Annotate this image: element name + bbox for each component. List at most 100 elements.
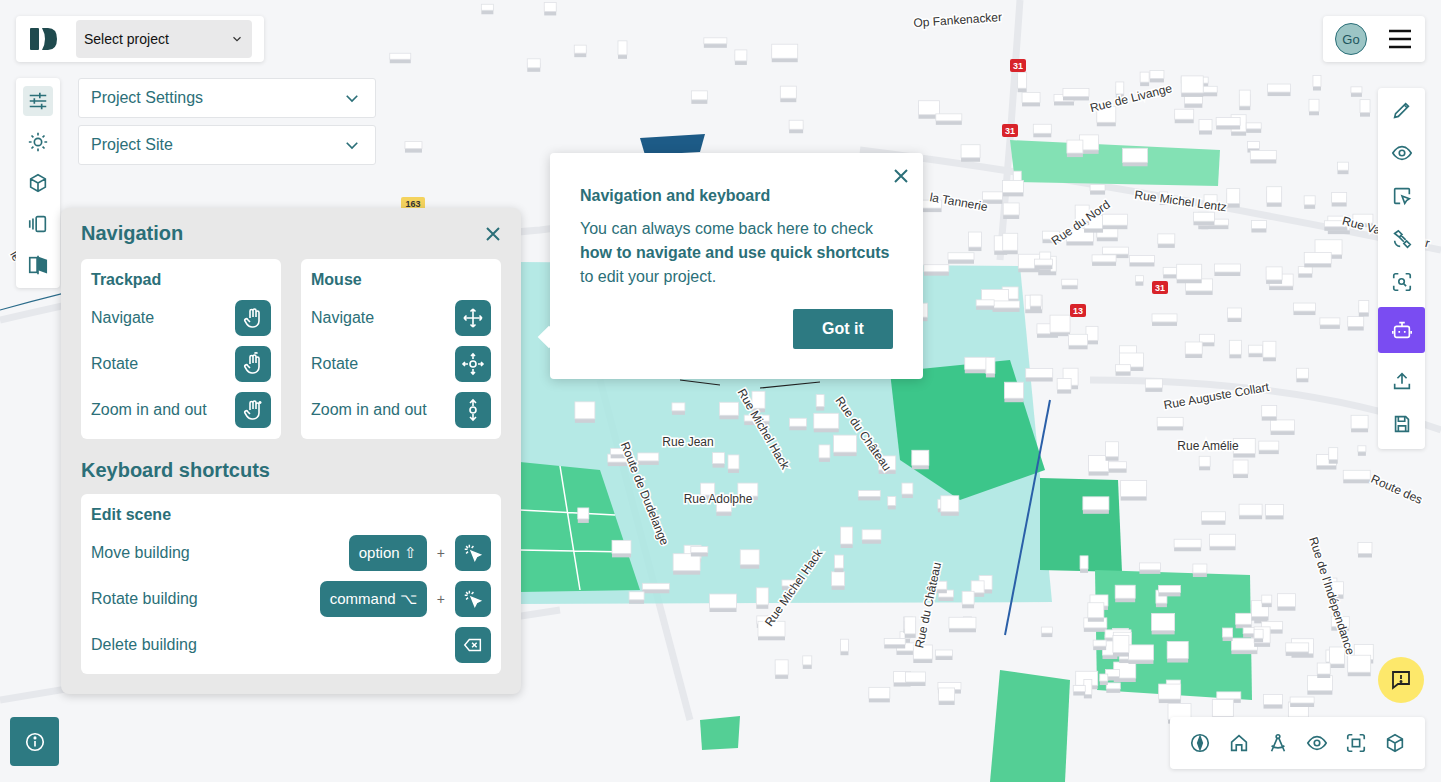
building[interactable] (1102, 214, 1127, 229)
building[interactable] (1351, 87, 1362, 97)
building[interactable] (1090, 185, 1105, 195)
info-button[interactable] (10, 717, 59, 766)
building[interactable] (965, 357, 989, 373)
building[interactable] (481, 4, 493, 14)
building[interactable] (884, 638, 905, 648)
building[interactable] (1026, 369, 1053, 382)
building[interactable] (704, 38, 727, 48)
building[interactable] (1250, 150, 1276, 163)
building[interactable] (1034, 259, 1052, 269)
building[interactable] (789, 418, 806, 430)
gesture-button[interactable] (235, 300, 271, 336)
building[interactable] (986, 357, 995, 377)
got-it-button[interactable]: Got it (793, 309, 893, 349)
building[interactable] (1210, 534, 1236, 550)
building[interactable] (1018, 72, 1027, 92)
building[interactable] (1309, 99, 1319, 115)
building[interactable] (691, 91, 707, 104)
user-avatar[interactable]: Go (1335, 23, 1367, 55)
gesture-button[interactable] (455, 300, 491, 336)
building[interactable] (1181, 76, 1203, 97)
building[interactable] (735, 50, 747, 65)
building[interactable] (1069, 334, 1088, 349)
right-toolbar-button[interactable] (1378, 217, 1425, 260)
building[interactable] (832, 572, 845, 590)
project-select[interactable]: Select project (76, 20, 252, 58)
building[interactable] (1351, 415, 1368, 432)
right-toolbar-button[interactable] (1378, 359, 1425, 402)
right-toolbar-button[interactable] (1378, 260, 1425, 303)
building[interactable] (949, 617, 976, 632)
building[interactable] (939, 688, 955, 705)
view-toolbar-button[interactable] (1260, 724, 1296, 762)
building[interactable] (962, 591, 974, 608)
building[interactable] (840, 639, 848, 655)
building[interactable] (740, 550, 759, 569)
view-toolbar-button[interactable] (1299, 724, 1335, 762)
building[interactable] (941, 496, 959, 516)
building[interactable] (390, 53, 411, 63)
building[interactable] (629, 592, 644, 604)
building[interactable] (1050, 315, 1070, 336)
building[interactable] (961, 145, 980, 162)
gesture-button[interactable] (455, 346, 491, 382)
building[interactable] (858, 490, 880, 500)
building[interactable] (1304, 196, 1315, 209)
building[interactable] (405, 142, 422, 153)
building[interactable] (575, 402, 595, 423)
building[interactable] (1128, 645, 1153, 664)
building[interactable] (1092, 255, 1116, 266)
building[interactable] (1063, 88, 1089, 100)
building[interactable] (1121, 481, 1147, 501)
building[interactable] (1233, 460, 1248, 478)
right-toolbar-button[interactable] (1378, 174, 1425, 217)
building[interactable] (841, 527, 853, 548)
building[interactable] (1214, 264, 1240, 276)
right-toolbar-button[interactable] (1378, 402, 1425, 445)
building[interactable] (1358, 543, 1372, 558)
building[interactable] (672, 403, 685, 415)
building[interactable] (1263, 695, 1282, 709)
building[interactable] (1348, 655, 1371, 676)
building[interactable] (1249, 345, 1263, 357)
building[interactable] (719, 402, 738, 419)
feedback-button[interactable] (1378, 657, 1424, 703)
building[interactable] (1304, 252, 1331, 267)
building[interactable] (1123, 148, 1148, 166)
building[interactable] (1175, 109, 1194, 123)
view-toolbar-button[interactable] (1182, 724, 1218, 762)
building[interactable] (1088, 603, 1104, 622)
view-toolbar-button[interactable] (1221, 724, 1257, 762)
building[interactable] (1227, 189, 1240, 208)
building[interactable] (1296, 368, 1308, 382)
building[interactable] (1229, 340, 1241, 358)
building[interactable] (710, 594, 737, 612)
building[interactable] (936, 650, 953, 660)
building[interactable] (1307, 676, 1332, 695)
right-toolbar-button[interactable] (1378, 307, 1425, 353)
building[interactable] (1343, 470, 1370, 483)
building[interactable] (976, 300, 994, 310)
building[interactable] (862, 530, 881, 544)
building[interactable] (1113, 636, 1129, 657)
building[interactable] (1262, 595, 1272, 607)
building[interactable] (814, 413, 839, 432)
building[interactable] (1267, 187, 1282, 207)
building[interactable] (1259, 441, 1279, 454)
building[interactable] (673, 554, 700, 575)
building[interactable] (1227, 308, 1241, 322)
left-toolbar-button[interactable] (23, 168, 53, 198)
building[interactable] (1266, 504, 1284, 519)
building[interactable] (544, 2, 556, 15)
building[interactable] (1158, 234, 1175, 248)
building[interactable] (1057, 379, 1071, 394)
building[interactable] (1129, 255, 1154, 266)
building[interactable] (772, 44, 798, 62)
building[interactable] (936, 114, 962, 125)
left-toolbar-button[interactable] (23, 250, 53, 280)
gesture-button[interactable] (235, 346, 271, 382)
building[interactable] (1003, 203, 1019, 219)
close-icon[interactable] (893, 168, 909, 184)
building[interactable] (1262, 406, 1277, 421)
building[interactable] (1332, 193, 1347, 207)
